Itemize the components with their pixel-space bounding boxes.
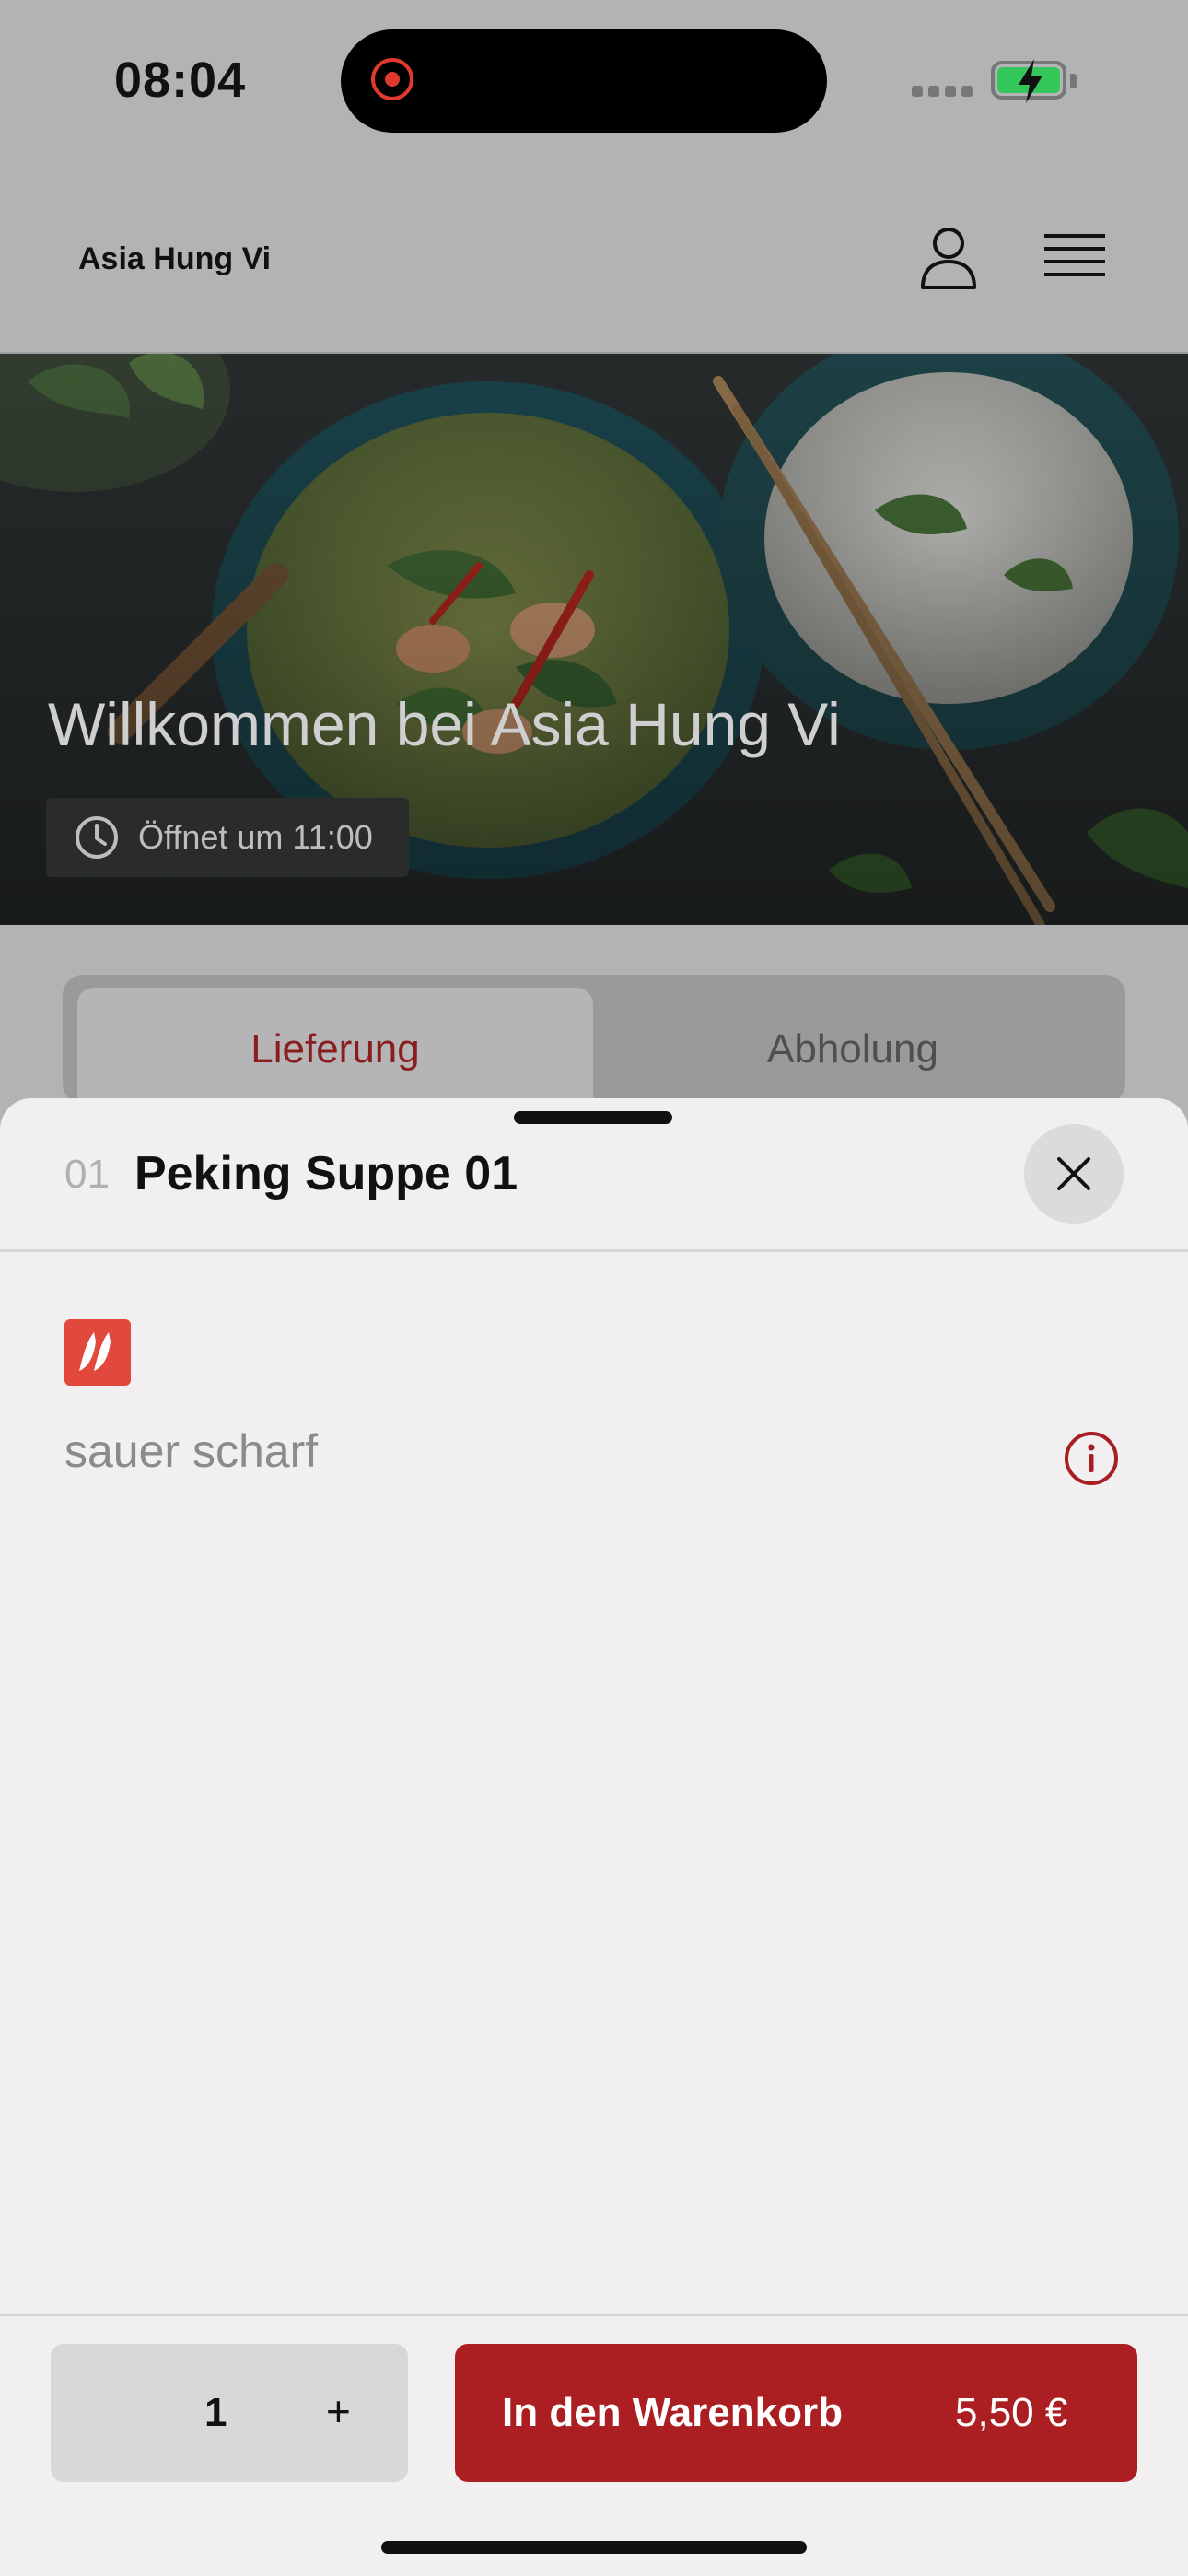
tab-pickup-label[interactable]: Abholung [595, 1026, 1111, 1072]
quantity-plus-button[interactable]: + [326, 2386, 351, 2436]
restaurant-name[interactable]: Asia Hung Vi [78, 241, 271, 277]
hero-title: Willkommen bei Asia Hung Vi [48, 690, 841, 758]
close-icon [1057, 1157, 1090, 1190]
item-description: sauer scharf [64, 1425, 319, 1477]
cellular-signal-icon [912, 85, 978, 101]
sheet-divider [0, 1249, 1188, 1252]
status-time: 08:04 [114, 53, 247, 108]
add-to-cart-price[interactable]: 5,50 € [955, 2390, 1067, 2436]
opening-hours-text: Öffnet um 11:00 [138, 818, 373, 856]
chili-icon [64, 1319, 131, 1386]
dynamic-island [341, 29, 827, 133]
hamburger-menu-icon[interactable] [1044, 232, 1105, 284]
item-title: Peking Suppe 01 [134, 1147, 518, 1200]
sheet-grabber[interactable] [514, 1111, 672, 1124]
user-icon[interactable] [917, 225, 980, 291]
charging-bolt-icon [1019, 59, 1042, 103]
home-indicator[interactable] [381, 2541, 807, 2554]
close-button[interactable] [1024, 1124, 1124, 1224]
quantity-value: 1 [204, 2390, 227, 2435]
add-to-cart-label[interactable]: In den Warenkorb [502, 2390, 843, 2436]
tab-delivery-label[interactable]: Lieferung [77, 1026, 593, 1072]
clock-icon [76, 816, 118, 859]
battery-cap [1070, 74, 1077, 88]
quantity-stepper [51, 2344, 408, 2482]
item-number: 01 [64, 1152, 110, 1197]
recording-indicator-icon [371, 58, 413, 100]
footer-divider [0, 2314, 1188, 2316]
info-icon[interactable] [1063, 1430, 1120, 1487]
